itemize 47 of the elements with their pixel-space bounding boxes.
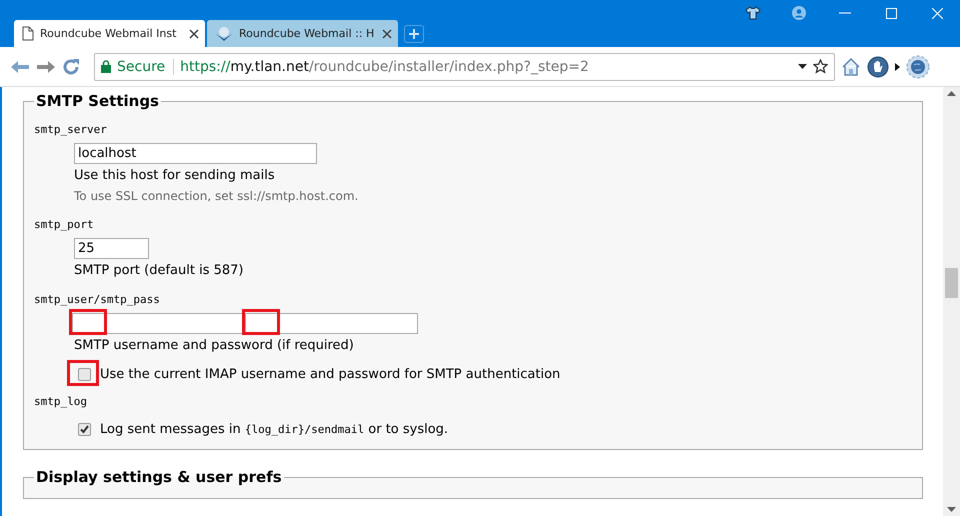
document-icon	[22, 26, 34, 41]
lock-icon	[101, 60, 111, 73]
reload-icon[interactable]	[62, 58, 80, 76]
minimize-icon[interactable]	[839, 12, 851, 14]
input-field[interactable]	[245, 313, 418, 334]
field-label: smtp_user/smtp_pass	[34, 292, 161, 308]
field-hint: To use SSL connection, set ssl://smtp.host.com.	[74, 188, 360, 205]
scroll-thumb[interactable]	[945, 268, 958, 298]
section-title: Display settings & user prefs	[35, 468, 283, 486]
field-description: SMTP port (default is 587)	[74, 262, 245, 280]
browser-tab[interactable]: Roundcube Webmail Inst	[14, 20, 205, 47]
scroll-down-icon[interactable]	[947, 507, 956, 512]
star-icon[interactable]	[813, 59, 828, 74]
field-label: smtp_port	[34, 217, 95, 233]
field-description: SMTP username and password (if required)	[74, 337, 355, 355]
user-icon[interactable]	[792, 6, 806, 20]
field-label: smtp_log	[34, 394, 88, 410]
back-icon[interactable]	[10, 60, 30, 74]
scrollbar[interactable]	[943, 87, 960, 516]
input-field[interactable]: localhost	[74, 143, 317, 164]
hand-icon[interactable]	[867, 56, 889, 78]
forward-icon[interactable]	[36, 60, 56, 74]
security-label: Secure	[117, 58, 174, 74]
field-description: Use this host for sending mails	[74, 167, 276, 185]
field-label: smtp_server	[34, 122, 108, 138]
globe-gear-icon[interactable]	[906, 54, 930, 78]
section-title: SMTP Settings	[35, 92, 160, 110]
new-tab-button[interactable]	[404, 25, 424, 43]
input-field[interactable]: 25	[74, 238, 149, 259]
maximize-icon[interactable]	[886, 8, 896, 18]
close-icon[interactable]	[382, 28, 392, 38]
input-field[interactable]	[72, 313, 245, 334]
menu-arrow-icon[interactable]	[895, 62, 900, 70]
checkbox[interactable]	[78, 368, 91, 381]
scroll-up-icon[interactable]	[947, 91, 956, 96]
cube-icon	[215, 26, 233, 42]
checkbox-label: Log sent messages in {log_dir}/sendmail or to syslog.	[100, 422, 448, 437]
address-bar[interactable]: Secure https://my.tlan.net/roundcube/installer/index.php?_step=2	[94, 52, 835, 80]
checkbox[interactable]	[78, 423, 91, 436]
url-text: https://my.tlan.net/roundcube/installer/index.php?_step=2	[180, 58, 590, 74]
browser-tab[interactable]: Roundcube Webmail :: H	[207, 20, 398, 47]
checkbox-label: Use the current IMAP username and password for SMTP authentication	[100, 367, 560, 382]
dropdown-caret-icon[interactable]	[798, 64, 807, 69]
shirt-icon[interactable]	[745, 6, 761, 20]
close-icon[interactable]	[189, 28, 199, 38]
home-icon[interactable]	[841, 56, 861, 76]
plus-icon	[408, 28, 420, 40]
